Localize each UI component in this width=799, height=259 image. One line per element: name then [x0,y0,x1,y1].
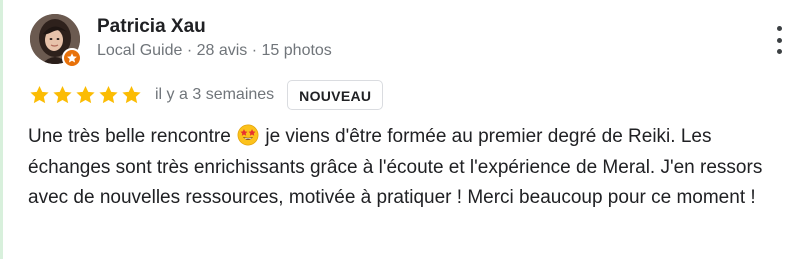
star-icon [30,86,49,104]
review-time: il y a 3 semaines [155,86,275,103]
new-badge: NOUVEAU [287,80,384,110]
review-card: Patricia Xau Local Guide · 28 avis · 15 … [3,0,799,259]
rating-row: il y a 3 semaines NOUVEAU [28,79,384,111]
more-vert-icon [776,37,782,43]
star-icon [76,86,95,104]
local-guide-star-icon [62,48,82,68]
more-options-button[interactable] [775,26,783,54]
star-icon [122,86,141,104]
more-vert-icon [776,49,782,54]
star-icon [53,86,72,104]
author-avatar[interactable] [30,14,82,68]
star-rating [28,84,143,106]
star-icon [99,86,118,104]
author-meta[interactable]: Local Guide · 28 avis · 15 photos [97,41,332,61]
more-vert-icon [776,26,782,31]
review-text-part1: Une très belle rencontre [28,126,237,147]
review-text: Une très belle rencontre je viens d'être… [28,122,798,214]
star-struck-emoji-icon [237,124,259,146]
author-name[interactable]: Patricia Xau [97,16,206,38]
